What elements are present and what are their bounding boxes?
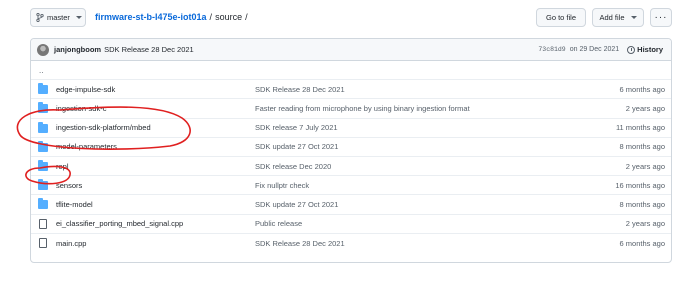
file-name-link[interactable]: ingestion-sdk-platform/mbed (56, 123, 151, 132)
chevron-down-icon (630, 16, 637, 19)
commit-date: on 29 Dec 2021 (569, 46, 620, 53)
file-row[interactable]: repl SDK release Dec 2020 2 years ago (31, 157, 671, 177)
file-browser: janjongboom SDK Release 28 Dec 2021 73c8… (30, 38, 672, 263)
file-name-link[interactable]: tflite-model (56, 200, 93, 209)
file-row[interactable]: tflite-model SDK update 27 Oct 2021 8 mont… (31, 195, 671, 215)
commit-author[interactable]: janjongboom (54, 45, 101, 54)
avatar[interactable] (37, 43, 49, 56)
file-icon (39, 237, 47, 248)
branch-icon (36, 13, 44, 22)
folder-icon (38, 121, 48, 133)
add-file-label: Add file (599, 13, 625, 22)
folder-icon (38, 83, 48, 95)
breadcrumb-separator: / (209, 12, 213, 22)
file-age: 16 months ago (615, 180, 665, 190)
file-icon (39, 218, 47, 229)
file-age: 2 years ago (625, 103, 665, 113)
add-file-button[interactable]: Add file (592, 8, 644, 27)
file-name-link[interactable]: model-parameters (56, 142, 117, 151)
folder-icon (38, 179, 48, 191)
kebab-icon: ··· (654, 12, 668, 23)
parent-directory-row[interactable]: .. (31, 61, 671, 81)
breadcrumb-current-dir: source (215, 12, 243, 22)
folder-icon (38, 198, 48, 210)
file-commit-message[interactable]: SDK release Dec 2020 (255, 162, 331, 171)
breadcrumb-trailing-separator: / (245, 12, 248, 22)
file-row[interactable]: ingestion-sdk-c Faster reading from micro… (31, 99, 671, 119)
folder-icon (38, 159, 48, 171)
file-age: 2 years ago (625, 219, 665, 229)
file-age: 8 months ago (619, 142, 665, 152)
file-name-link[interactable]: main.cpp (56, 239, 86, 248)
history-link[interactable]: History (627, 45, 663, 54)
clock-icon (627, 45, 636, 54)
folder-icon (38, 102, 48, 114)
file-age: 8 months ago (619, 199, 665, 209)
file-commit-message[interactable]: Faster reading from microphone by using … (255, 104, 470, 113)
file-commit-message[interactable]: SDK Release 28 Dec 2021 (255, 239, 345, 248)
branch-label: master (47, 13, 70, 22)
file-commit-message[interactable]: SDK release 7 July 2021 (255, 123, 338, 132)
commit-sha[interactable]: 73c81d9 (538, 46, 565, 53)
more-options-button[interactable]: ··· (650, 8, 672, 27)
file-name-link[interactable]: repl (56, 162, 69, 171)
commit-meta: 73c81d9 on 29 Dec 2021 History (538, 45, 663, 54)
file-age: 11 months ago (615, 123, 665, 133)
folder-icon (38, 140, 48, 152)
go-to-file-button[interactable]: Go to file (536, 8, 586, 27)
file-name-link[interactable]: ei_classifier_porting_mbed_signal.cpp (56, 219, 183, 228)
file-row[interactable]: main.cpp SDK Release 28 Dec 2021 6 months … (31, 234, 671, 253)
file-age: 6 months ago (619, 238, 665, 248)
file-row[interactable]: edge-impulse-sdk SDK Release 28 Dec 2021 6… (31, 80, 671, 100)
chevron-down-icon (75, 16, 82, 19)
commit-message[interactable]: SDK Release 28 Dec 2021 (104, 45, 194, 54)
file-name-link[interactable]: sensors (56, 181, 82, 190)
latest-commit-bar: janjongboom SDK Release 28 Dec 2021 73c8… (31, 39, 671, 61)
file-commit-message[interactable]: SDK update 27 Oct 2021 (255, 200, 338, 209)
file-row[interactable]: ingestion-sdk-platform/mbed SDK release 7… (31, 119, 671, 138)
file-row[interactable]: model-parameters SDK update 27 Oct 2021 8 … (31, 138, 671, 157)
file-commit-message[interactable]: Fix nullptr check (255, 181, 309, 190)
repo-header: master firmware-st-b-l475e-iot01a / sour… (30, 8, 672, 28)
breadcrumb: firmware-st-b-l475e-iot01a / source / (95, 12, 248, 22)
parent-directory-link[interactable]: .. (39, 66, 43, 75)
file-name-link[interactable]: edge-impulse-sdk (56, 85, 115, 94)
file-age: 2 years ago (625, 161, 665, 171)
file-commit-message[interactable]: SDK Release 28 Dec 2021 (255, 85, 345, 94)
file-row[interactable]: ei_classifier_porting_mbed_signal.cpp Pub… (31, 215, 671, 234)
file-age: 6 months ago (619, 84, 665, 94)
file-commit-message[interactable]: SDK update 27 Oct 2021 (255, 142, 338, 151)
file-row[interactable]: sensors Fix nullptr check 16 months ago (31, 176, 671, 196)
breadcrumb-repo-link[interactable]: firmware-st-b-l475e-iot01a (95, 12, 207, 22)
file-commit-message[interactable]: Public release (255, 219, 302, 228)
file-name-link[interactable]: ingestion-sdk-c (56, 104, 106, 113)
branch-selector[interactable]: master (30, 8, 86, 27)
go-to-file-label: Go to file (545, 13, 576, 22)
history-label: History (637, 45, 663, 54)
